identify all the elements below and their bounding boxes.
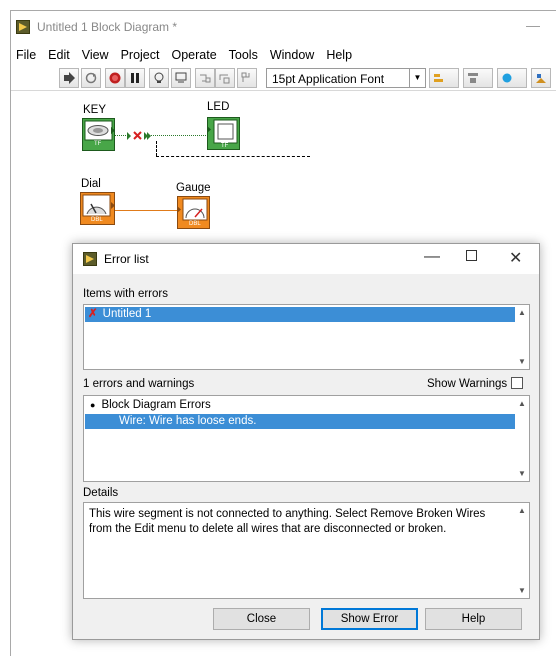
font-select-value: 15pt Application Font: [272, 72, 385, 86]
items-with-errors-label: Items with errors: [83, 288, 168, 300]
menu-tools[interactable]: Tools: [223, 45, 264, 65]
led-type-tag: TF: [221, 143, 229, 149]
cleanup-icon: [536, 74, 546, 83]
tree-group-label: Block Diagram Errors: [101, 399, 211, 411]
step-out-button[interactable]: [237, 68, 257, 88]
dbl-wire[interactable]: [115, 210, 180, 211]
font-select[interactable]: 15pt Application Font ▼: [266, 68, 426, 88]
bullet-icon: ●: [90, 400, 96, 410]
menu-project[interactable]: Project: [115, 45, 166, 65]
show-error-button[interactable]: Show Error: [321, 608, 418, 630]
led-indicator-terminal[interactable]: TF: [207, 117, 240, 150]
window-titlebar[interactable]: Untitled 1 Block Diagram * —: [11, 11, 556, 43]
run-continuously-icon: [85, 72, 97, 84]
dial-control-terminal[interactable]: DBL: [80, 192, 115, 225]
key-type-tag: TF: [94, 141, 102, 147]
labview-app-icon: [16, 20, 30, 34]
details-text: This wire segment is not connected to an…: [89, 508, 486, 535]
scroll-down-icon[interactable]: ▼: [518, 469, 526, 478]
key-label: KEY: [83, 104, 107, 116]
cleanup-diagram-button[interactable]: [531, 68, 551, 88]
labview-app-icon: [83, 252, 97, 266]
minimize-button[interactable]: —: [526, 17, 540, 33]
gauge-label: Gauge: [176, 182, 211, 194]
scroll-down-icon[interactable]: ▼: [518, 357, 526, 366]
menu-view[interactable]: View: [76, 45, 115, 65]
align-icon: [434, 74, 443, 82]
chevron-down-icon: ▼: [409, 69, 425, 87]
highlight-execution-button[interactable]: [149, 68, 169, 88]
menu-bar: File Edit View Project Operate Tools Win…: [11, 45, 358, 65]
lightbulb-icon: [154, 72, 164, 83]
errors-warnings-list[interactable]: ● Block Diagram Errors Wire: Wire has loo…: [83, 395, 530, 482]
scroll-up-icon[interactable]: ▲: [518, 399, 526, 408]
window-title: Untitled 1 Block Diagram *: [37, 20, 178, 34]
pause-icon: [131, 73, 139, 83]
wire-break-marker[interactable]: [127, 130, 151, 145]
stop-icon: [109, 72, 121, 84]
details-scrollbar[interactable]: ▲ ▼: [515, 503, 529, 598]
details-box[interactable]: This wire segment is not connected to an…: [83, 502, 530, 599]
reorder-icon: [502, 73, 512, 83]
dialog-titlebar[interactable]: Error list — ✕: [73, 244, 539, 274]
error-x-icon: ✗: [88, 308, 98, 320]
menu-help[interactable]: Help: [320, 45, 358, 65]
scroll-down-icon[interactable]: ▼: [518, 586, 526, 595]
distribute-icon: [468, 73, 478, 83]
pause-button[interactable]: [125, 68, 145, 88]
scroll-up-icon[interactable]: ▲: [518, 308, 526, 317]
led-label: LED: [207, 101, 230, 113]
step-over-icon: [219, 74, 230, 84]
menu-edit[interactable]: Edit: [42, 45, 76, 65]
details-label: Details: [83, 487, 119, 499]
menu-file[interactable]: File: [11, 45, 42, 65]
list-item-label: Untitled 1: [102, 308, 152, 320]
scroll-up-icon[interactable]: ▲: [518, 506, 526, 515]
abort-button[interactable]: [105, 68, 125, 88]
items-scrollbar[interactable]: ▲ ▼: [515, 305, 529, 369]
help-button[interactable]: Help: [425, 608, 522, 630]
run-continuously-button[interactable]: [81, 68, 101, 88]
dial-label: Dial: [81, 178, 101, 190]
dialog-title: Error list: [104, 252, 149, 266]
maximize-icon: [466, 250, 477, 261]
loose-wire-vertical[interactable]: [156, 141, 157, 156]
align-objects-button[interactable]: [429, 68, 459, 88]
list-item[interactable]: ✗ Untitled 1: [85, 307, 515, 322]
errors-scrollbar[interactable]: ▲ ▼: [515, 396, 529, 481]
toolbar: 15pt Application Font ▼: [11, 65, 556, 91]
errors-count-label: 1 errors and warnings: [83, 378, 195, 390]
menu-window[interactable]: Window: [264, 45, 320, 65]
gauge-type-tag: DBL: [189, 221, 201, 227]
close-window-button[interactable]: ✕: [509, 248, 522, 268]
close-button[interactable]: Close: [213, 608, 310, 630]
run-arrow-icon: [64, 72, 75, 84]
tree-group[interactable]: ● Block Diagram Errors: [90, 399, 211, 411]
minimize-button[interactable]: —: [424, 248, 440, 266]
step-into-button[interactable]: [195, 68, 215, 88]
items-with-errors-list[interactable]: ✗ Untitled 1 ▲ ▼: [83, 304, 530, 370]
maximize-button[interactable]: [466, 248, 477, 266]
show-warnings-label: Show Warnings: [427, 378, 508, 390]
error-list-dialog: Error list — ✕ Items with errors ✗ Untitl…: [72, 243, 540, 640]
dial-type-tag: DBL: [91, 217, 103, 223]
step-out-icon: [241, 72, 250, 82]
step-over-button[interactable]: [215, 68, 235, 88]
gauge-indicator-terminal[interactable]: DBL: [177, 196, 210, 229]
retain-wire-values-button[interactable]: [171, 68, 191, 88]
show-warnings-checkbox[interactable]: [511, 377, 523, 389]
distribute-objects-button[interactable]: [463, 68, 493, 88]
step-into-icon: [200, 74, 211, 83]
reorder-button[interactable]: [497, 68, 527, 88]
loose-wire-horizontal[interactable]: [156, 156, 310, 157]
table-row[interactable]: Wire: Wire has loose ends.: [85, 414, 515, 429]
menu-operate[interactable]: Operate: [165, 45, 222, 65]
probe-icon: [175, 72, 187, 83]
broken-wire-x-icon: [127, 131, 151, 140]
run-button[interactable]: [59, 68, 79, 88]
key-control-terminal[interactable]: TF: [82, 118, 115, 151]
led-wire-segment[interactable]: [151, 135, 208, 136]
